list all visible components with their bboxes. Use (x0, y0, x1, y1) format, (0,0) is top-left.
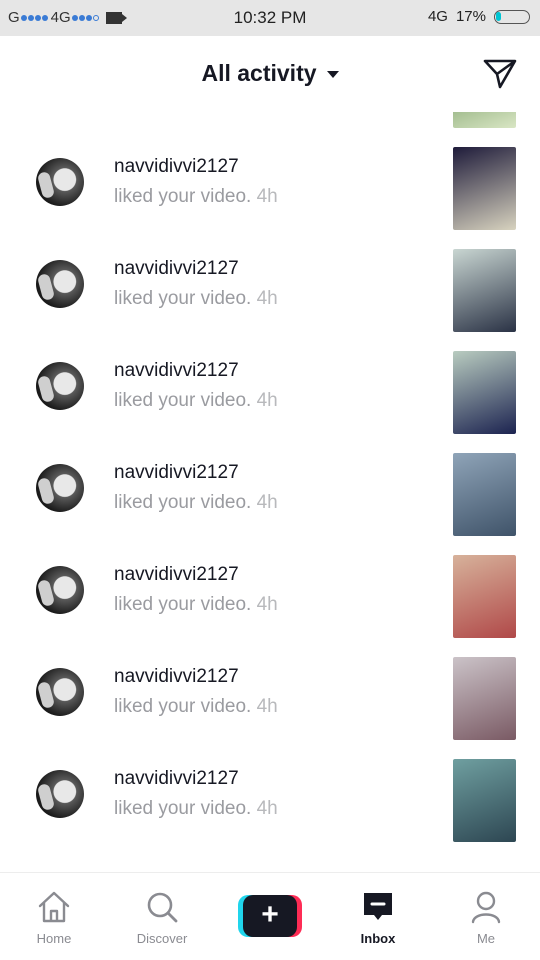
activity-time: 4h (256, 594, 278, 615)
page-title: All activity (201, 60, 317, 86)
avatar[interactable] (36, 770, 84, 818)
activity-time: 4h (256, 798, 278, 819)
tab-me[interactable]: Me (432, 873, 540, 960)
list-item[interactable]: navvidivvi2127liked your video. 4h (0, 112, 540, 144)
video-thumbnail[interactable] (453, 351, 516, 434)
activity-time: 4h (256, 492, 278, 513)
video-thumbnail[interactable] (453, 112, 516, 128)
bottom-tab-bar: Home Discover + Inbox Me (0, 872, 540, 960)
avatar[interactable] (36, 566, 84, 614)
video-thumbnail[interactable] (453, 555, 516, 638)
activity-text: liked your video. (114, 288, 252, 309)
activity-text: liked your video. (114, 390, 252, 411)
activity-message: liked your video. 4h (114, 186, 278, 208)
tab-discover[interactable]: Discover (108, 873, 216, 960)
avatar[interactable] (36, 260, 84, 308)
status-right: 4G 17% (428, 8, 530, 25)
activity-filter-dropdown[interactable]: All activity (0, 60, 540, 87)
header: All activity (0, 36, 540, 112)
tab-inbox-label: Inbox (360, 931, 396, 946)
profile-icon (471, 891, 501, 924)
activity-time: 4h (256, 696, 278, 717)
username[interactable]: navvidivvi2127 (114, 768, 239, 790)
username[interactable]: navvidivvi2127 (114, 258, 239, 280)
activity-text: liked your video. (114, 594, 252, 615)
create-button[interactable]: + (238, 895, 302, 937)
video-thumbnail[interactable] (453, 249, 516, 332)
list-item[interactable]: navvidivvi2127 liked your video. 4h (0, 552, 540, 654)
username[interactable]: navvidivvi2127 (114, 666, 239, 688)
activity-list[interactable]: navvidivvi2127 liked your video. 4h navvid… (0, 112, 540, 872)
paper-plane-icon[interactable] (482, 56, 518, 90)
activity-text: liked your video. (114, 186, 252, 207)
activity-message: liked your video. 4h (114, 594, 278, 616)
activity-text: liked your video. (114, 798, 252, 819)
activity-message: liked your video. 4h (114, 798, 278, 820)
network-indicator: 4G (427, 8, 448, 25)
video-thumbnail[interactable] (453, 657, 516, 740)
tab-home-label: Home (36, 931, 72, 946)
avatar[interactable] (36, 668, 84, 716)
video-thumbnail[interactable] (453, 759, 516, 842)
list-item[interactable]: navvidivvi2127 liked your video. 4h (0, 246, 540, 348)
list-item[interactable]: navvidivvi2127 liked your video. 4h (0, 348, 540, 450)
list-item[interactable]: navvidivvi2127 liked your video. 4h (0, 654, 540, 756)
list-item[interactable]: navvidivvi2127 liked your video. 4h (0, 756, 540, 858)
caret-down-icon (326, 71, 339, 79)
activity-time: 4h (256, 390, 278, 411)
video-thumbnail[interactable] (453, 147, 516, 230)
tab-me-label: Me (476, 931, 496, 946)
activity-message: liked your video. 4h (114, 288, 278, 310)
username[interactable]: navvidivvi2127 (114, 564, 239, 586)
username[interactable]: navvidivvi2127 (114, 360, 239, 382)
avatar[interactable] (36, 464, 84, 512)
search-icon (147, 892, 178, 923)
list-item[interactable]: navvidivvi2127 liked your video. 4h (0, 450, 540, 552)
activity-message: liked your video. 4h (114, 390, 278, 412)
activity-time: 4h (256, 186, 278, 207)
activity-message: liked your video. 4h (114, 492, 278, 514)
username[interactable]: navvidivvi2127 (114, 462, 239, 484)
avatar[interactable] (36, 158, 84, 206)
video-thumbnail[interactable] (453, 453, 516, 536)
battery-icon (494, 9, 530, 24)
activity-time: 4h (256, 288, 278, 309)
tab-home[interactable]: Home (0, 873, 108, 960)
list-item[interactable]: navvidivvi2127 liked your video. 4h (0, 144, 540, 246)
tab-discover-label: Discover (136, 931, 188, 946)
activity-text: liked your video. (114, 696, 252, 717)
home-icon (38, 891, 70, 923)
battery-percent: 17% (455, 8, 486, 25)
avatar[interactable] (36, 362, 84, 410)
status-bar: G 4G 10:32 PM 4G 17% (0, 0, 540, 36)
tab-create[interactable]: + (216, 873, 324, 960)
inbox-icon (364, 893, 392, 920)
tab-inbox[interactable]: Inbox (324, 873, 432, 960)
username[interactable]: navvidivvi2127 (114, 156, 239, 178)
activity-text: liked your video. (114, 492, 252, 513)
activity-message: liked your video. 4h (114, 696, 278, 718)
plus-icon: + (243, 895, 297, 937)
